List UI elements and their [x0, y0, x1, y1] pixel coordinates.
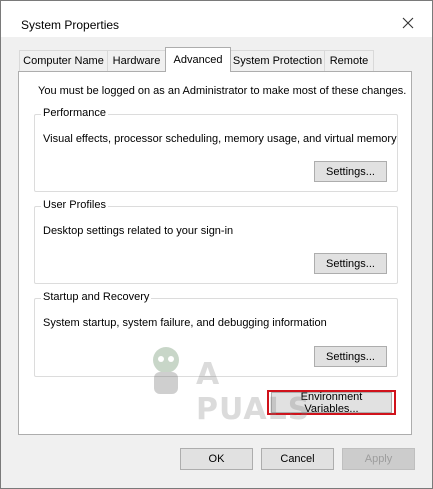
startup-recovery-settings-button[interactable]: Settings...	[314, 346, 387, 367]
ok-button[interactable]: OK	[180, 448, 253, 470]
performance-label: Performance	[41, 107, 108, 119]
tab-remote[interactable]: Remote	[324, 50, 374, 71]
performance-settings-button[interactable]: Settings...	[314, 161, 387, 182]
system-properties-window: System Properties Computer Name Hardware…	[0, 0, 433, 489]
performance-group: Performance Visual effects, processor sc…	[34, 107, 398, 192]
startup-recovery-label: Startup and Recovery	[41, 291, 152, 303]
performance-description: Visual effects, processor scheduling, me…	[43, 133, 397, 145]
user-profiles-group: User Profiles Desktop settings related t…	[34, 199, 398, 284]
close-button[interactable]	[393, 11, 423, 35]
tab-hardware[interactable]: Hardware	[107, 50, 166, 71]
tab-advanced[interactable]: Advanced	[165, 47, 231, 72]
cancel-button[interactable]: Cancel	[261, 448, 334, 470]
environment-variables-button[interactable]: Environment Variables...	[271, 391, 392, 415]
advanced-tab-panel: You must be logged on as an Administrato…	[18, 71, 412, 435]
user-profiles-settings-button[interactable]: Settings...	[314, 253, 387, 274]
admin-notice: You must be logged on as an Administrato…	[38, 85, 407, 97]
user-profiles-label: User Profiles	[41, 199, 108, 211]
close-icon	[402, 17, 414, 29]
user-profiles-description: Desktop settings related to your sign-in	[43, 225, 234, 237]
tab-system-protection[interactable]: System Protection	[230, 50, 325, 71]
window-title: System Properties	[21, 18, 120, 32]
apply-button[interactable]: Apply	[342, 448, 415, 470]
startup-recovery-group: Startup and Recovery System startup, sys…	[34, 291, 398, 377]
title-bar[interactable]: System Properties	[1, 1, 432, 37]
startup-recovery-description: System startup, system failure, and debu…	[43, 317, 327, 329]
tab-computer-name[interactable]: Computer Name	[19, 50, 108, 71]
